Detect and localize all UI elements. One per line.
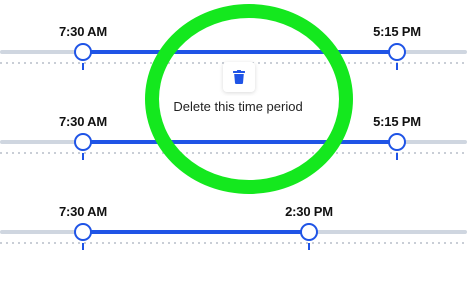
delete-time-period-button[interactable] [223,62,255,92]
end-time-label: 2:30 PM [285,204,333,219]
end-handle-stem [396,63,398,70]
start-time-handle[interactable] [74,43,92,61]
start-time-label: 7:30 AM [59,114,107,129]
start-time-label: 7:30 AM [59,24,107,39]
start-handle-stem [82,243,84,250]
end-time-handle[interactable] [388,43,406,61]
delete-tooltip: Delete this time period [158,60,318,124]
end-time-handle[interactable] [300,223,318,241]
end-handle-stem [308,243,310,250]
start-handle-stem [82,63,84,70]
selected-time-period[interactable] [83,50,397,54]
end-time-handle[interactable] [388,133,406,151]
start-time-label: 7:30 AM [59,204,107,219]
end-time-label: 5:15 PM [373,24,421,39]
start-time-handle[interactable] [74,133,92,151]
end-handle-stem [396,153,398,160]
time-ticks [0,242,467,244]
selected-time-period[interactable] [83,230,309,234]
start-handle-stem [82,153,84,160]
tooltip-label: Delete this time period [158,96,318,118]
time-range-row: 7:30 AM 2:30 PM [0,202,467,262]
selected-time-period[interactable] [83,140,397,144]
start-time-handle[interactable] [74,223,92,241]
end-time-label: 5:15 PM [373,114,421,129]
trash-icon [233,70,245,84]
